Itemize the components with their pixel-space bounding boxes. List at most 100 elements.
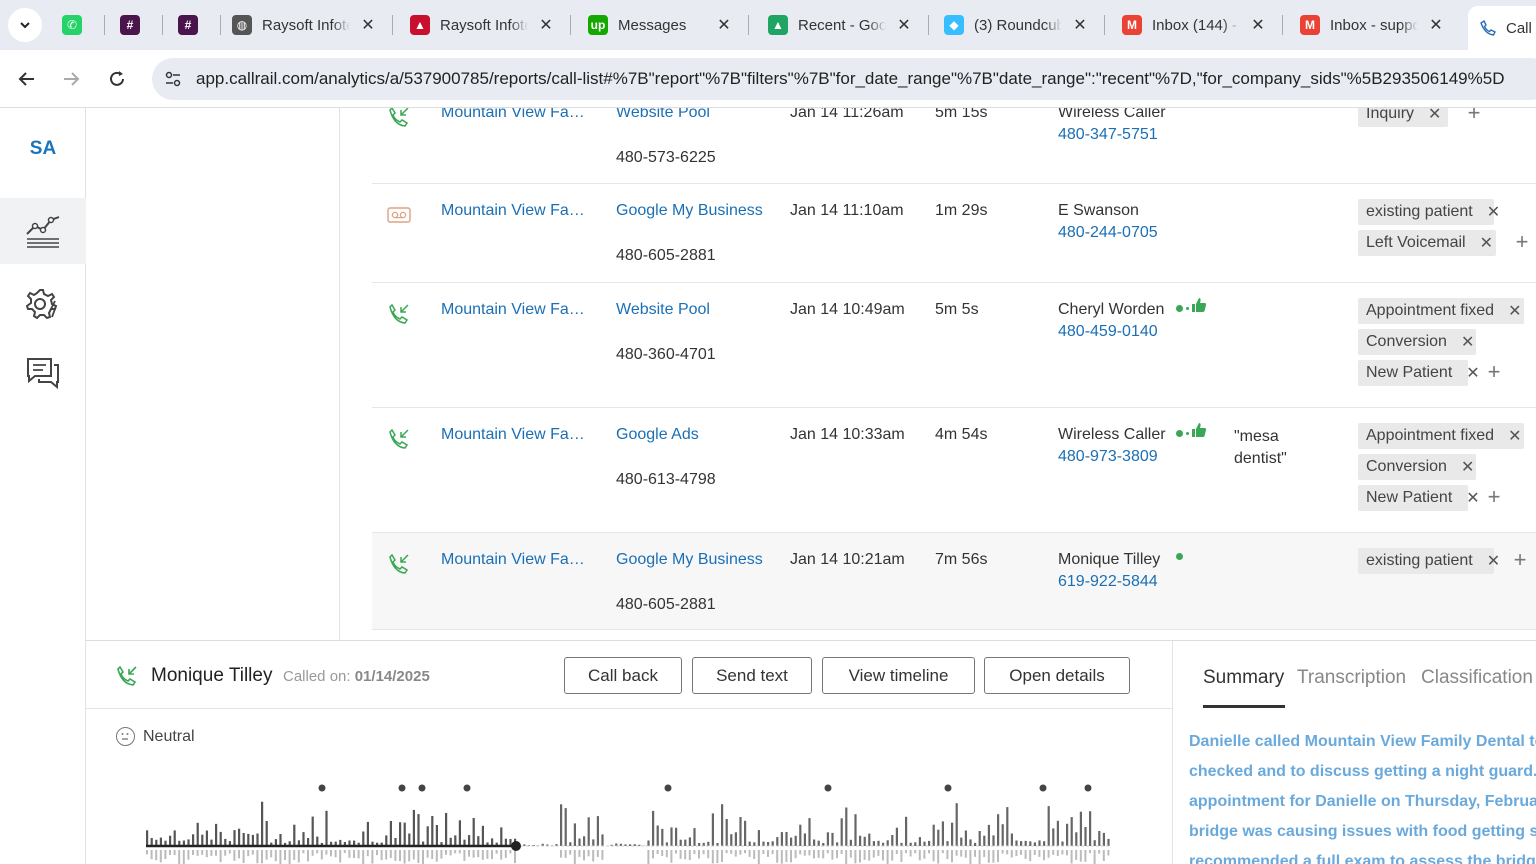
browser-tab[interactable]: # (178, 8, 204, 42)
tab-active[interactable]: Call (1468, 6, 1536, 50)
call-audio-waveform[interactable] (86, 776, 1172, 864)
close-icon[interactable]: ✕ (534, 13, 558, 37)
close-icon[interactable]: ✕ (1461, 332, 1474, 352)
browser-tab[interactable]: ◍ Raysoft Infotech ✕ (232, 8, 380, 42)
call-back-button[interactable]: Call back (564, 657, 682, 694)
waveform-bar (946, 841, 949, 846)
close-icon[interactable]: ✕ (712, 13, 736, 37)
source-link[interactable]: Website Pool (616, 301, 710, 319)
add-tag-button[interactable]: + (1484, 484, 1504, 509)
caller-phone-link[interactable]: 480-973-3809 (1058, 448, 1158, 466)
waveform-bar (311, 816, 314, 846)
send-text-button[interactable]: Send text (692, 657, 812, 694)
close-icon[interactable]: ✕ (1487, 202, 1500, 222)
waveform-bar (394, 850, 397, 861)
nav-settings[interactable] (0, 271, 86, 337)
close-icon[interactable]: ✕ (1487, 551, 1500, 571)
close-icon[interactable]: ✕ (1428, 108, 1441, 124)
company-link[interactable]: Mountain View Fa… (441, 301, 591, 319)
speaker-marker[interactable] (1084, 784, 1092, 792)
waveform-bar (969, 850, 972, 864)
close-icon[interactable]: ✕ (1466, 363, 1479, 383)
waveform-bar (826, 850, 829, 854)
tab-summary[interactable]: Summary (1203, 667, 1284, 689)
caller-name: Wireless Caller (1058, 426, 1166, 443)
call-summary-text: Danielle called Mountain View Family Den… (1189, 727, 1536, 864)
site-info-button[interactable] (158, 64, 188, 94)
tag-chip: Conversion ✕ (1358, 454, 1476, 480)
speaker-marker[interactable] (664, 784, 672, 792)
source-link[interactable]: Google My Business (616, 551, 763, 569)
add-tag-button[interactable]: + (1464, 108, 1484, 125)
waveform-bar (514, 850, 516, 864)
playback-scrubber[interactable] (511, 841, 521, 851)
call-detail-panel: Monique Tilley Called on: 01/14/2025 Cal… (86, 640, 1536, 864)
browser-tab[interactable]: ◆ (3) Roundcube ✕ (944, 8, 1092, 42)
close-icon[interactable]: ✕ (1508, 426, 1521, 446)
browser-tab[interactable]: M Inbox (144) - ✕ (1122, 8, 1270, 42)
browser-tab[interactable]: ▲ Recent - Google Drive ✕ (768, 8, 916, 42)
browser-tab[interactable]: # (120, 8, 146, 42)
browser-tab[interactable]: M Inbox - support ✕ (1300, 8, 1448, 42)
speaker-marker[interactable] (1039, 784, 1047, 792)
company-link[interactable]: Mountain View Fa… (441, 551, 591, 569)
source-link[interactable]: Google My Business (616, 202, 763, 220)
open-details-button[interactable]: Open details (984, 657, 1130, 694)
call-row[interactable]: Mountain View Fa… Google Ads 480-613-4798 J… (372, 408, 1536, 533)
tab-search-button[interactable] (8, 8, 42, 42)
close-icon[interactable]: ✕ (1508, 301, 1521, 321)
speaker-marker[interactable] (463, 784, 471, 792)
close-icon[interactable]: ✕ (356, 13, 380, 37)
call-row[interactable]: Mountain View Fa… Google My Business 480-6… (372, 184, 1536, 283)
caller-phone-link[interactable]: 480-459-0140 (1058, 323, 1158, 341)
caller-phone-link[interactable]: 619-922-5844 (1058, 573, 1158, 591)
call-row[interactable]: Mountain View Fa… Website Pool 480-360-470… (372, 283, 1536, 408)
nav-conversations[interactable] (0, 340, 86, 406)
caller-phone-link[interactable]: 480-347-5751 (1058, 126, 1158, 144)
nav-analytics[interactable] (0, 198, 86, 264)
tab-classification[interactable]: Classification (1421, 667, 1533, 689)
waveform-bar (583, 836, 586, 846)
forward-button[interactable] (54, 62, 88, 96)
speaker-marker[interactable] (944, 784, 952, 792)
add-tag-button[interactable]: + (1484, 359, 1504, 384)
call-row[interactable]: Mountain View Fa… Website Pool 480-573-622… (372, 108, 1536, 184)
call-row[interactable]: Mountain View Fa… Google My Business 480-6… (372, 533, 1536, 630)
speaker-marker[interactable] (418, 784, 426, 792)
browser-tab[interactable]: ▲ Raysoft Infotech ✕ (410, 8, 558, 42)
waveform-bar (969, 839, 972, 846)
browser-tab[interactable]: up Messages ✕ (588, 8, 736, 42)
waveform-bar (371, 850, 374, 864)
company-link[interactable]: Mountain View Fa… (441, 108, 591, 122)
waveform-bar (564, 850, 567, 858)
back-button[interactable] (10, 62, 44, 96)
close-icon[interactable]: ✕ (1068, 13, 1092, 37)
company-link[interactable]: Mountain View Fa… (441, 426, 591, 444)
close-icon[interactable]: ✕ (1461, 457, 1474, 477)
browser-tab[interactable]: ✆ (62, 8, 88, 42)
waveform-bar (721, 804, 724, 846)
close-icon[interactable]: ✕ (1246, 13, 1270, 37)
speaker-marker[interactable] (318, 784, 326, 792)
view-timeline-button[interactable]: View timeline (822, 657, 975, 694)
waveform-bar (767, 842, 770, 846)
waveform-bar (859, 850, 861, 863)
close-icon[interactable]: ✕ (1480, 233, 1493, 253)
speaker-marker[interactable] (824, 784, 832, 792)
account-avatar[interactable]: SA (0, 138, 86, 160)
company-link[interactable]: Mountain View Fa… (441, 202, 591, 220)
add-tag-button[interactable]: + (1512, 229, 1532, 254)
add-tag-button[interactable]: + (1510, 547, 1530, 572)
tab-transcription[interactable]: Transcription (1297, 667, 1406, 689)
reload-button[interactable] (100, 62, 134, 96)
caller-phone-link[interactable]: 480-244-0705 (1058, 224, 1158, 242)
close-icon[interactable]: ✕ (1466, 488, 1479, 508)
close-icon[interactable]: ✕ (1424, 13, 1448, 37)
source-link[interactable]: Google Ads (616, 426, 699, 444)
close-icon[interactable]: ✕ (892, 13, 916, 37)
source-link[interactable]: Website Pool (616, 108, 710, 122)
speaker-marker[interactable] (398, 784, 406, 792)
waveform-bar (909, 850, 912, 857)
address-bar[interactable]: app.callrail.com/analytics/a/537900785/r… (152, 58, 1536, 100)
waveform-bar (688, 850, 691, 860)
